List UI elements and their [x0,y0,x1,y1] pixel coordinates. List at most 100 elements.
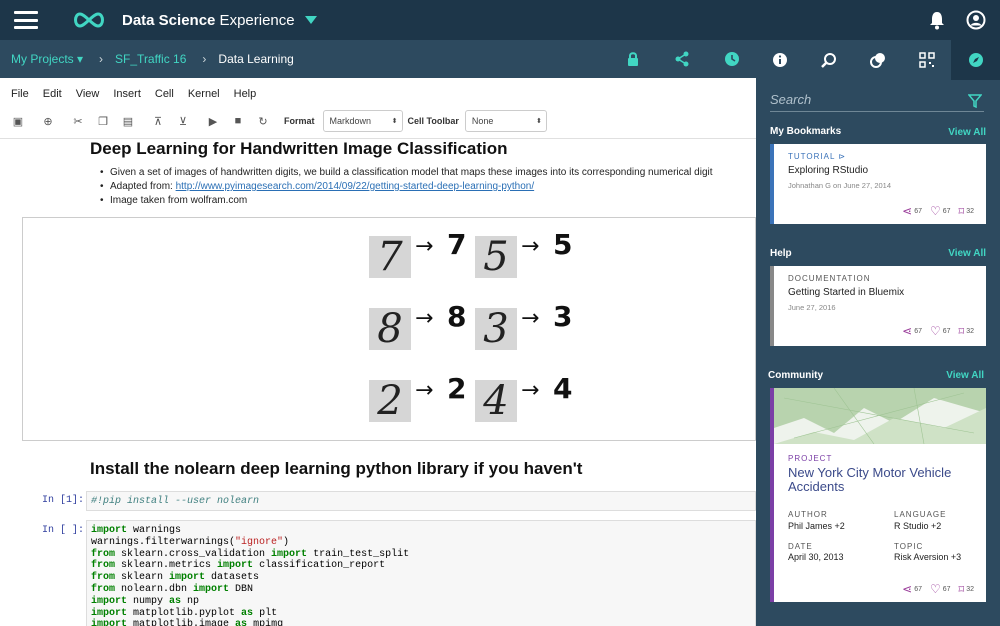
card-stats: ⋖ 67 ♡ 67 ⌑ 32 [902,324,974,338]
breadcrumb-project[interactable]: SF_Traffic 16 [115,52,186,66]
lock-icon[interactable] [626,51,640,67]
updown-icon: ⬍ [535,118,542,125]
infinity-logo-icon [74,12,104,28]
format-label: Format [284,116,315,126]
share-icon[interactable]: ⋖ [902,582,912,596]
bell-icon[interactable] [928,10,946,30]
help-title: Help [770,248,792,259]
tab-community[interactable] [854,40,903,80]
code-cell[interactable]: import warnings warnings.filterwarnings(… [86,520,756,626]
card-stats: ⋖ 67 ♡ 67 ⌑ 32 [902,582,974,596]
community-card[interactable]: PROJECT New York City Motor Vehicle Acci… [770,388,986,602]
tab-palette[interactable] [902,40,951,80]
community-title: Community [768,370,823,381]
bookmark-icon[interactable]: ⌑ [959,325,965,338]
bookmark-icon[interactable]: ⌑ [959,583,965,596]
heart-icon[interactable]: ♡ [930,582,941,596]
menu-file[interactable]: File [11,88,29,100]
app-title[interactable]: Data Science Experience [122,12,295,29]
digit-image: 4 [475,380,517,422]
heading-install-nolearn: Install the nolearn deep learning python… [90,459,583,478]
paste-icon[interactable]: ▤ [121,114,135,128]
heart-icon[interactable]: ♡ [930,204,941,218]
map-thumbnail [774,388,986,444]
digit-label: 7 [447,228,467,261]
community-icon [869,53,885,68]
cell-toolbar-select[interactable]: None ⬍ [464,110,547,132]
topic-label: TOPIC [894,542,924,551]
share-icon[interactable]: ⋖ [902,204,912,218]
card-tag: TUTORIAL ⊳ [788,152,847,161]
menu-cell[interactable]: Cell [155,88,174,100]
bookmarks-view-all[interactable]: View All [948,127,986,138]
tab-explore[interactable] [951,40,1000,80]
arrow-right-icon: → [415,378,434,403]
run-icon[interactable]: ▶ [206,114,220,128]
cut-icon[interactable]: ✂ [71,114,85,128]
menu-help[interactable]: Help [234,88,257,100]
card-stats: ⋖ 67 ♡ 67 ⌑ 32 [902,204,974,218]
source-link[interactable]: http://www.pyimagesearch.com/2014/09/22/… [176,181,535,192]
digit-image: 3 [475,308,517,350]
restart-icon[interactable]: ↻ [256,114,270,128]
filter-icon[interactable] [968,94,982,108]
card-tag: DOCUMENTATION [788,274,871,283]
tab-find[interactable] [805,40,854,80]
breadcrumb: My Projects ▾ › SF_Traffic 16 › Data Lea… [0,40,756,78]
arrow-right-icon: → [415,306,434,331]
sidebar-tabs [756,40,1000,80]
heart-icon[interactable]: ♡ [930,324,941,338]
tab-info[interactable] [756,40,805,80]
copy-icon[interactable]: ❐ [96,114,110,128]
breadcrumb-notebook: Data Learning [218,52,294,66]
language-value: R Studio +2 [894,521,942,531]
author-value: Phil James +2 [788,521,845,531]
menu-view[interactable]: View [76,88,100,100]
help-card[interactable]: DOCUMENTATION Getting Started in Bluemix… [770,266,986,346]
digit-image: 7 [369,236,411,278]
top-bar: Data Science Experience [0,0,1000,40]
save-icon[interactable]: ▣ [11,114,25,128]
updown-icon: ⬍ [391,118,398,125]
hamburger-menu-icon[interactable] [14,11,38,29]
format-select[interactable]: Markdown ⬍ [322,110,403,132]
card-title: Exploring RStudio [788,165,869,176]
move-up-icon[interactable]: ⊼ [151,114,165,128]
card-tag: PROJECT [788,454,833,463]
card-meta: June 27, 2016 [788,303,836,312]
menu-kernel[interactable]: Kernel [188,88,220,100]
menu-edit[interactable]: Edit [43,88,62,100]
arrow-right-icon: → [521,234,540,259]
digit-label: 5 [553,228,573,261]
breadcrumb-my-projects[interactable]: My Projects ▾ [11,52,83,66]
digit-image: 8 [369,308,411,350]
date-label: DATE [788,542,813,551]
help-view-all[interactable]: View All [948,248,986,259]
bookmark-card[interactable]: TUTORIAL ⊳ Exploring RStudio Johnathan G… [770,144,986,224]
list-item: Adapted from: http://www.pyimagesearch.c… [100,181,535,192]
bookmark-icon[interactable]: ⌑ [959,205,965,218]
user-avatar-icon[interactable] [966,10,986,30]
app-dropdown-icon[interactable] [304,16,317,24]
arrow-right-icon: → [521,378,540,403]
language-label: LANGUAGE [894,510,947,519]
share-icon[interactable] [674,51,690,67]
digit-label: 3 [553,300,573,333]
author-label: AUTHOR [788,510,828,519]
community-view-all[interactable]: View All [946,370,984,381]
search-input[interactable]: Search [770,90,984,112]
stop-icon[interactable]: ■ [231,114,245,128]
arrow-right-icon: → [521,306,540,331]
card-meta: Johnathan G on June 27, 2014 [788,181,892,190]
chevron-right-icon: › [202,52,207,66]
heading-deep-learning: Deep Learning for Handwritten Image Clas… [90,139,508,158]
move-down-icon[interactable]: ⊻ [176,114,190,128]
clock-icon[interactable] [724,51,740,67]
add-cell-icon[interactable]: ⊕ [41,114,55,128]
menu-insert[interactable]: Insert [113,88,141,100]
code-cell[interactable]: #!pip install --user nolearn [86,491,756,511]
digits-image: 7 → 7 5 → 5 8 → 8 3 → 3 2 → 2 4 → 4 [22,217,756,441]
share-icon[interactable]: ⋖ [902,324,912,338]
bookmarks-title: My Bookmarks [770,126,842,137]
cell-prompt: In [ ]: [42,525,85,536]
